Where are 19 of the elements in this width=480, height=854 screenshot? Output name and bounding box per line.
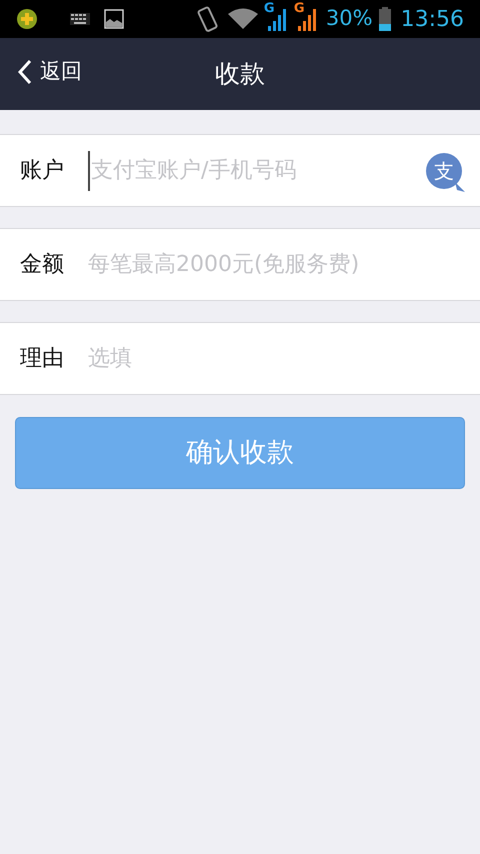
clock: 13:56 <box>400 6 464 34</box>
chevron-left-icon <box>18 58 32 85</box>
vibrate-icon <box>196 5 220 33</box>
input-field[interactable]: 选填 <box>88 338 462 378</box>
field-label: 账户 <box>20 157 65 185</box>
wifi-icon <box>228 8 258 30</box>
back-button[interactable]: 返回 <box>18 56 82 88</box>
battery-icon <box>378 7 391 31</box>
form-row[interactable]: 金额 每笔最高2000元(免服务费) <box>0 228 480 301</box>
field-label: 理由 <box>20 345 65 373</box>
battery-percent: 30% <box>326 5 373 32</box>
field-label: 金额 <box>20 251 65 279</box>
input-field[interactable]: 支付宝账户/手机号码 <box>88 150 426 190</box>
app-icon <box>16 8 38 30</box>
form-row[interactable]: 理由 选填 <box>0 322 480 395</box>
page-title: 收款 <box>215 58 265 90</box>
keyboard-icon <box>70 13 90 25</box>
image-icon <box>104 9 124 29</box>
input-field[interactable]: 每笔最高2000元(免服务费) <box>88 244 462 284</box>
